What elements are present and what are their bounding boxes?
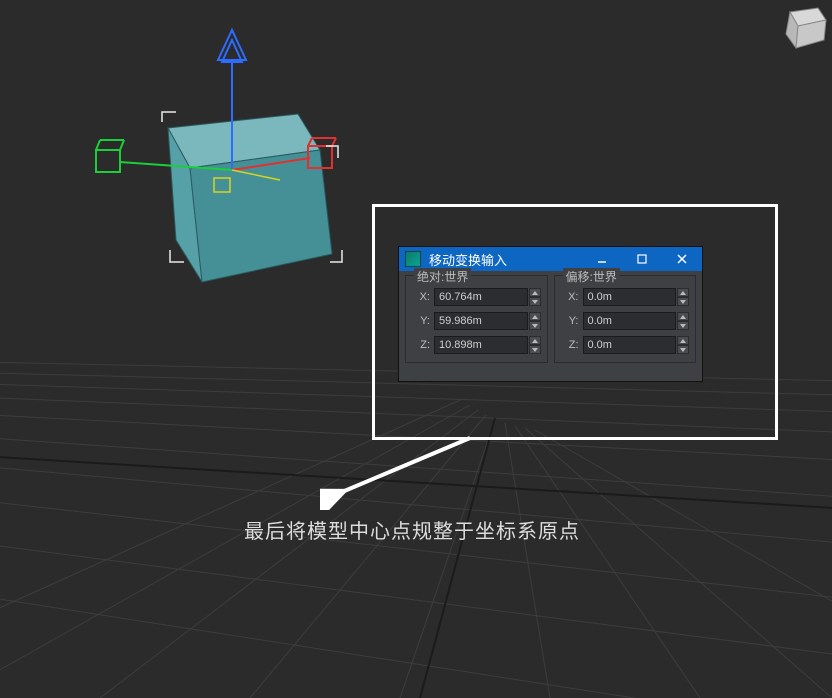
off-x-spinner[interactable] [677, 288, 689, 306]
off-y-label: Y: [561, 315, 579, 327]
off-z-spinner[interactable] [677, 336, 689, 354]
offset-world-group: 偏移:世界 X: 0.0m Y: 0.0m [554, 275, 697, 363]
close-button[interactable] [662, 247, 702, 271]
absolute-world-group: 绝对:世界 X: 60.764m Y: 59.986m [405, 275, 548, 363]
app-icon [405, 251, 421, 267]
off-x-label: X: [561, 291, 579, 303]
abs-y-spinner[interactable] [529, 312, 541, 330]
offset-world-label: 偏移:世界 [563, 268, 620, 285]
abs-x-spinner[interactable] [529, 288, 541, 306]
off-y-input[interactable]: 0.0m [583, 312, 677, 330]
abs-z-input[interactable]: 10.898m [434, 336, 528, 354]
maximize-button[interactable] [622, 247, 662, 271]
abs-y-label: Y: [412, 315, 430, 327]
absolute-world-label: 绝对:世界 [414, 268, 471, 285]
off-z-label: Z: [561, 339, 579, 351]
off-y-spinner[interactable] [677, 312, 689, 330]
abs-z-spinner[interactable] [529, 336, 541, 354]
transform-type-in-dialog[interactable]: 移动变换输入 绝对:世界 X: 60.764m [398, 246, 703, 382]
abs-x-label: X: [412, 291, 430, 303]
dialog-title: 移动变换输入 [421, 250, 582, 269]
off-z-input[interactable]: 0.0m [583, 336, 677, 354]
annotation-text: 最后将模型中心点规整于坐标系原点 [244, 515, 580, 544]
abs-y-input[interactable]: 59.986m [434, 312, 528, 330]
viewcube[interactable] [772, 0, 832, 60]
abs-z-label: Z: [412, 339, 430, 351]
abs-x-input[interactable]: 60.764m [434, 288, 528, 306]
viewport-3d[interactable]: 移动变换输入 绝对:世界 X: 60.764m [0, 0, 832, 698]
off-x-input[interactable]: 0.0m [583, 288, 677, 306]
